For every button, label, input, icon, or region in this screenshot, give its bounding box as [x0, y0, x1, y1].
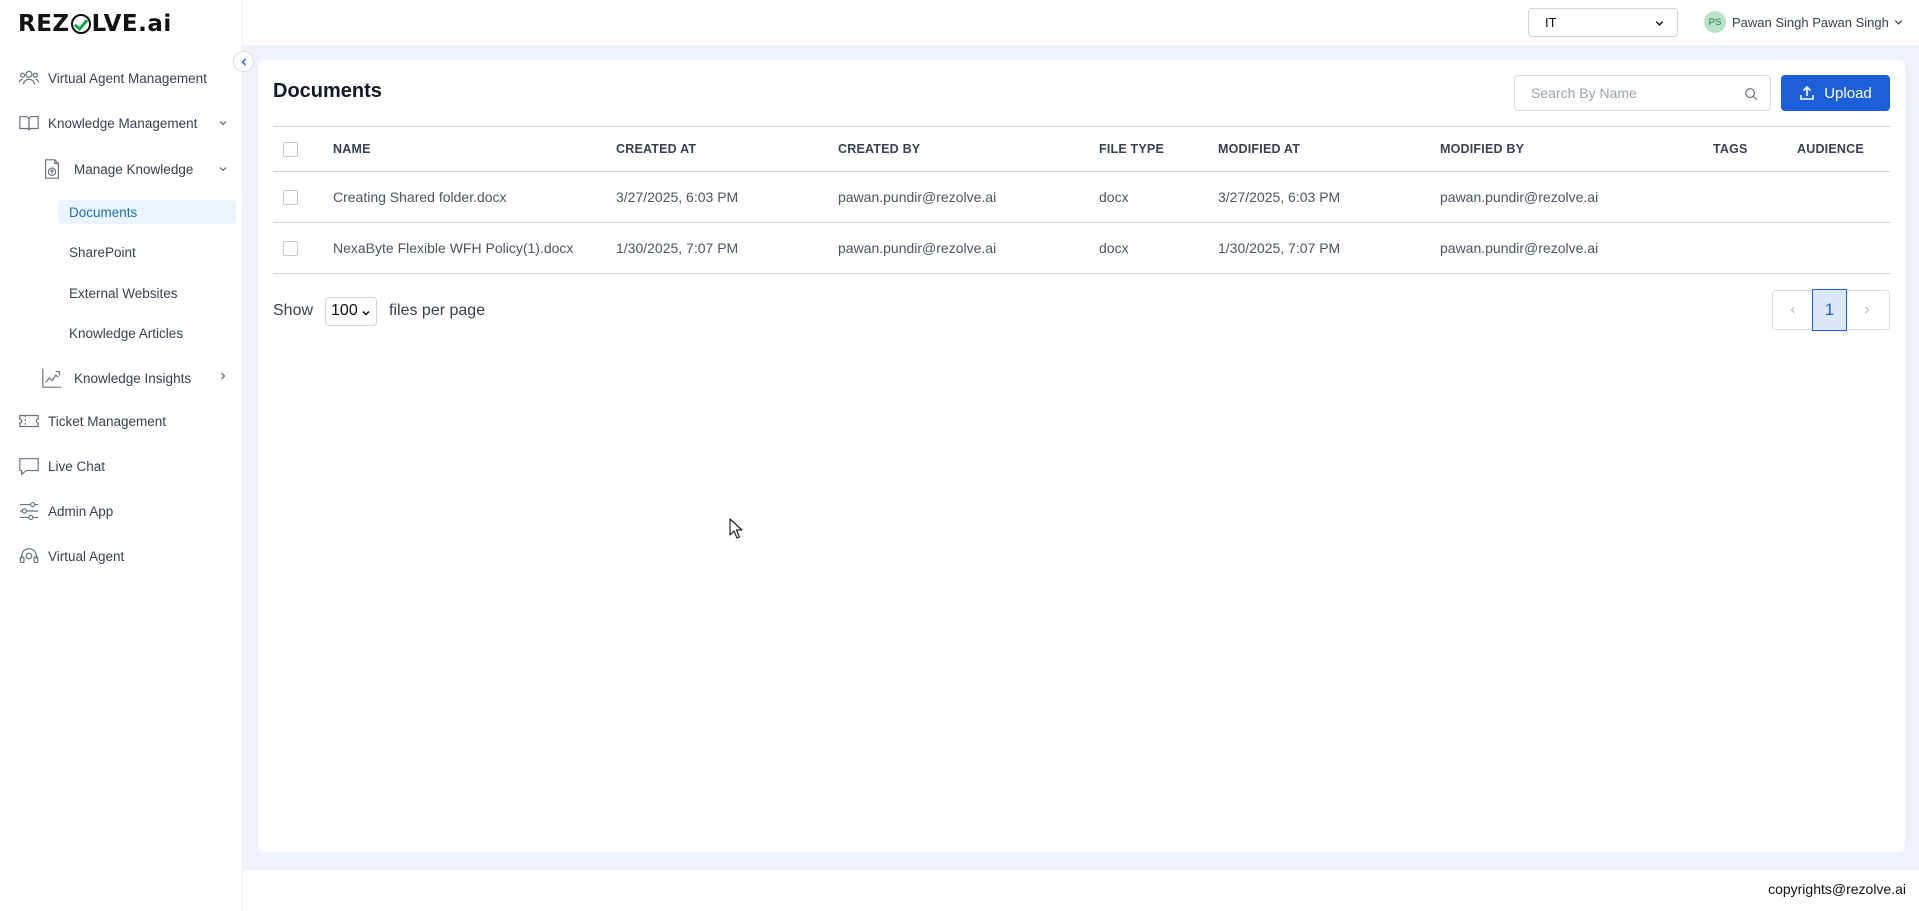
- row-checkbox[interactable]: [283, 189, 298, 205]
- upload-label: Upload: [1824, 84, 1872, 102]
- column-header-created-by[interactable]: CREATED BY: [838, 127, 920, 171]
- chart-trend-icon: [40, 366, 64, 390]
- per-page-select[interactable]: 100: [325, 296, 378, 326]
- book-icon: [18, 112, 40, 134]
- table-header-row: NAME CREATED AT CREATED BY FILE TYPE MOD…: [273, 126, 1890, 172]
- workspace-select[interactable]: IT: [1528, 8, 1678, 37]
- select-all-checkbox[interactable]: [283, 141, 298, 157]
- avatar: PS: [1704, 11, 1726, 33]
- page-button-current[interactable]: 1: [1812, 289, 1847, 331]
- column-header-file-type[interactable]: FILE TYPE: [1099, 127, 1164, 171]
- row-checkbox[interactable]: [283, 240, 298, 256]
- cell-created-at: 1/30/2025, 7:07 PM: [616, 240, 739, 256]
- per-page-suffix: files per page: [389, 302, 486, 319]
- sidebar-item-knowledge-insights[interactable]: Knowledge Insights: [40, 365, 191, 391]
- sidebar-item-label: Admin App: [48, 503, 114, 519]
- chevron-down-icon: [362, 310, 370, 316]
- collapse-sidebar-button[interactable]: [233, 51, 254, 72]
- column-header-audience[interactable]: AUDIENCE: [1797, 127, 1864, 171]
- cell-created-by: pawan.pundir@rezolve.ai: [838, 240, 997, 256]
- chevron-left-icon: [1790, 306, 1795, 314]
- column-header-tags[interactable]: TAGS: [1713, 127, 1748, 171]
- logo-check-icon: [70, 14, 91, 34]
- chevron-right-icon: [1864, 306, 1869, 314]
- page-title: Documents: [273, 80, 382, 102]
- cell-modified-at: 1/30/2025, 7:07 PM: [1218, 240, 1341, 256]
- sidebar-subitem-sharepoint[interactable]: SharePoint: [58, 240, 236, 264]
- cell-created-by: pawan.pundir@rezolve.ai: [838, 189, 997, 205]
- chevron-down-icon[interactable]: [217, 163, 229, 175]
- upload-button[interactable]: Upload: [1781, 75, 1890, 111]
- sidebar-item-admin-app[interactable]: Admin App: [18, 498, 113, 524]
- sliders-icon: [18, 500, 40, 522]
- per-page-control: Show 100 files per page: [273, 296, 485, 326]
- show-label: Show: [273, 302, 314, 319]
- sidebar-item-label: Knowledge Insights: [74, 370, 192, 386]
- logo-text-right: LVE: [91, 11, 139, 37]
- cell-created-at: 3/27/2025, 6:03 PM: [616, 189, 739, 205]
- chevron-left-icon: [241, 58, 246, 65]
- sidebar-subitem-label: External Websites: [69, 285, 178, 301]
- cell-file-type: docx: [1099, 189, 1129, 205]
- documents-table: NAME CREATED AT CREATED BY FILE TYPE MOD…: [273, 126, 1890, 274]
- column-header-modified-at[interactable]: MODIFIED AT: [1218, 127, 1300, 171]
- sidebar-subitem-documents[interactable]: Documents: [58, 200, 236, 224]
- sidebar-subitem-label: Knowledge Articles: [69, 325, 184, 341]
- cell-name[interactable]: NexaByte Flexible WFH Policy(1).docx: [333, 223, 573, 273]
- users-icon: [18, 67, 40, 89]
- user-menu[interactable]: PS Pawan Singh Pawan Singh: [1704, 11, 1904, 33]
- sidebar-item-label: Manage Knowledge: [74, 161, 194, 177]
- workspace-select-value: IT: [1545, 15, 1557, 30]
- headset-icon: [18, 545, 40, 567]
- column-header-name[interactable]: NAME: [333, 127, 371, 171]
- cell-modified-at: 3/27/2025, 6:03 PM: [1218, 189, 1341, 205]
- column-header-modified-by[interactable]: MODIFIED BY: [1440, 127, 1524, 171]
- sidebar-item-label: Virtual Agent: [48, 548, 125, 564]
- sidebar-item-knowledge-management[interactable]: Knowledge Management: [18, 110, 197, 136]
- sidebar: REZ LVE .ai Virtual Agent Management Knowl…: [0, 0, 243, 911]
- sidebar-subitem-label: SharePoint: [69, 244, 136, 260]
- upload-doc-icon: [40, 157, 64, 181]
- sidebar-item-label: Ticket Management: [48, 413, 167, 429]
- previous-page-button[interactable]: [1773, 291, 1812, 329]
- table-row[interactable]: Creating Shared folder.docx 3/27/2025, 6…: [273, 172, 1890, 223]
- footer-copyright: copyrights@rezolve.ai: [1768, 881, 1906, 897]
- rezolve-logo[interactable]: REZ LVE .ai: [18, 10, 172, 38]
- logo-suffix: .ai: [138, 11, 172, 37]
- next-page-button[interactable]: [1847, 291, 1886, 329]
- cell-name[interactable]: Creating Shared folder.docx: [333, 172, 507, 222]
- sidebar-item-manage-knowledge[interactable]: Manage Knowledge: [40, 156, 193, 182]
- sidebar-item-live-chat[interactable]: Live Chat: [18, 453, 105, 479]
- sidebar-item-label: Knowledge Management: [48, 115, 198, 131]
- sidebar-subitem-label: Documents: [69, 204, 138, 220]
- search-box: [1514, 75, 1771, 111]
- cell-file-type: docx: [1099, 240, 1129, 256]
- cell-modified-by: pawan.pundir@rezolve.ai: [1440, 240, 1599, 256]
- sidebar-item-label: Virtual Agent Management: [48, 70, 207, 86]
- sidebar-item-virtual-agent[interactable]: Virtual Agent: [18, 543, 124, 569]
- search-input[interactable]: [1531, 78, 1741, 108]
- sidebar-subitem-external-websites[interactable]: External Websites: [58, 281, 236, 305]
- upload-icon: [1800, 85, 1815, 100]
- sidebar-item-label: Live Chat: [48, 458, 106, 474]
- logo-text-left: REZ: [18, 11, 70, 37]
- pagination: 1: [1772, 289, 1890, 331]
- cell-modified-by: pawan.pundir@rezolve.ai: [1440, 189, 1599, 205]
- user-name: Pawan Singh Pawan Singh: [1732, 14, 1889, 30]
- table-row[interactable]: NexaByte Flexible WFH Policy(1).docx 1/3…: [273, 223, 1890, 274]
- column-header-created-at[interactable]: CREATED AT: [616, 127, 696, 171]
- mouse-cursor-icon: [729, 518, 743, 539]
- chevron-down-icon: [1894, 19, 1903, 25]
- chevron-right-icon[interactable]: [217, 370, 229, 382]
- sidebar-item-ticket-management[interactable]: Ticket Management: [18, 408, 166, 434]
- chevron-down-icon: [1655, 21, 1664, 26]
- per-page-value: 100: [331, 302, 358, 319]
- search-icon[interactable]: [1744, 87, 1758, 101]
- ticket-icon: [18, 410, 40, 432]
- sidebar-item-virtual-agent-management[interactable]: Virtual Agent Management: [18, 65, 207, 91]
- sidebar-subitem-knowledge-articles[interactable]: Knowledge Articles: [58, 321, 236, 345]
- chat-icon: [18, 455, 40, 477]
- chevron-down-icon[interactable]: [217, 117, 229, 129]
